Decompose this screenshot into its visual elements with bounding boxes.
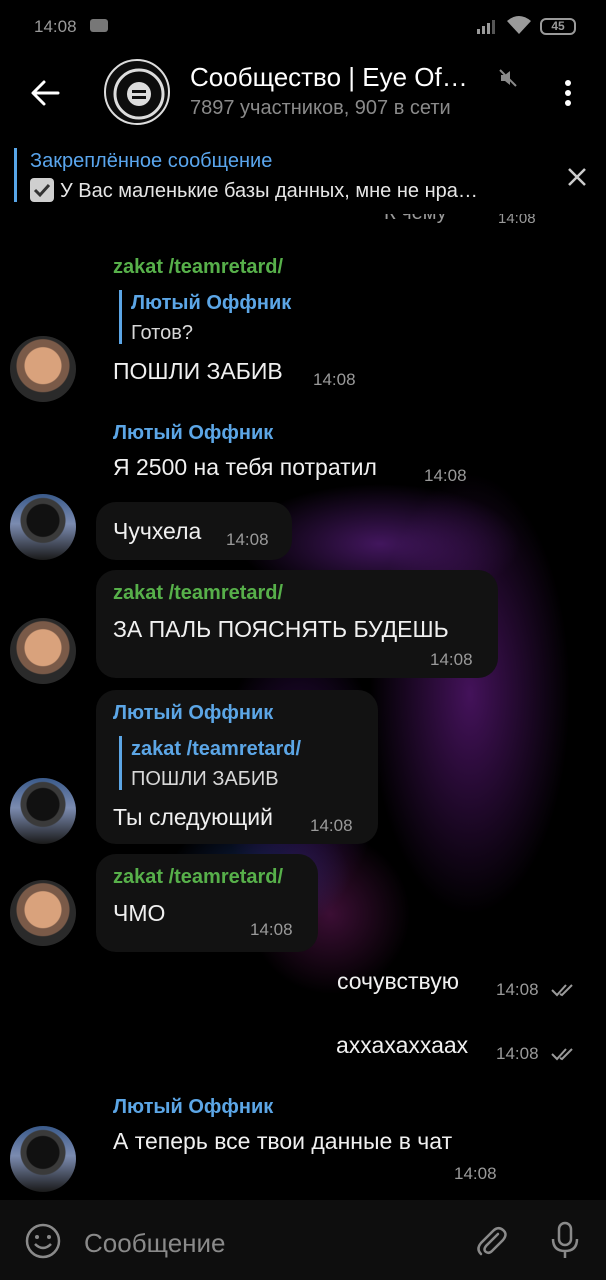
avatar[interactable]	[10, 336, 76, 402]
message-bubble[interactable]: Лютый Оффник Я 2500 на тебя потратил 14:…	[96, 410, 486, 496]
reply-sender[interactable]: Лютый Оффник	[131, 292, 291, 315]
message-bubble[interactable]: Лютый Оффник А теперь все твои данные в …	[96, 1084, 526, 1188]
attach-icon[interactable]	[472, 1222, 510, 1260]
message-text: аххахаххаах	[336, 1032, 469, 1058]
chat-area[interactable]: К чему 14:08 zakat /teamretard/ Лютый Оф…	[0, 214, 606, 1200]
status-time: 14:08	[34, 17, 77, 36]
message-input[interactable]: Сообщение	[84, 1228, 226, 1259]
sender-name[interactable]: zakat /teamretard/	[113, 582, 283, 605]
sender-name[interactable]: zakat /teamretard/	[113, 866, 283, 889]
mute-icon	[499, 69, 517, 87]
checkbox-icon	[30, 178, 54, 202]
microphone-icon[interactable]	[548, 1220, 582, 1260]
read-checks-icon	[551, 1048, 573, 1061]
message-time: 14:08	[454, 1164, 497, 1183]
emoji-icon[interactable]	[24, 1222, 62, 1260]
status-bar: 14:08 45	[0, 0, 606, 56]
video-icon	[90, 19, 108, 32]
signal-icon	[477, 20, 495, 34]
message-text: ЧМО	[113, 900, 166, 926]
message-text: ЗА ПАЛЬ ПОЯСНЯТЬ БУДЕШЬ	[113, 616, 449, 642]
message-time: 14:08	[313, 370, 356, 389]
pinned-title: Закреплённое сообщение	[30, 150, 273, 172]
sender-name[interactable]: Лютый Оффник	[113, 422, 273, 445]
message-time: 14:08	[226, 530, 269, 549]
message-bubble[interactable]: zakat /teamretard/ ЗА ПАЛЬ ПОЯСНЯТЬ БУДЕ…	[96, 570, 498, 678]
avatar[interactable]	[10, 494, 76, 560]
outgoing-message-bubble[interactable]: аххахаххаах 14:08	[320, 1026, 590, 1072]
reply-text: Готов?	[131, 322, 193, 344]
clipped-message-text: К чему	[384, 214, 447, 225]
pinned-message[interactable]: Закреплённое сообщение У Вас маленькие б…	[0, 136, 606, 214]
message-time: 14:08	[424, 466, 467, 485]
message-bubble[interactable]: zakat /teamretard/ ЧМО 14:08	[96, 854, 318, 952]
chat-title[interactable]: Сообщество | Eye Of…	[190, 62, 468, 93]
more-vert-icon[interactable]	[558, 76, 578, 110]
chat-header: Сообщество | Eye Of… 7897 участников, 90…	[0, 56, 606, 136]
message-bubble[interactable]: Чучхела 14:08	[96, 502, 292, 560]
message-input-bar: Сообщение	[0, 1200, 606, 1280]
clipped-message-time: 14:08	[498, 214, 536, 227]
reply-bar	[119, 736, 122, 790]
message-bubble[interactable]: Лютый Оффник zakat /teamretard/ ПОШЛИ ЗА…	[96, 690, 378, 844]
avatar[interactable]	[10, 880, 76, 946]
avatar[interactable]	[10, 618, 76, 684]
outgoing-message-bubble[interactable]: сочувствую 14:08	[320, 962, 590, 1008]
avatar[interactable]	[10, 778, 76, 844]
battery-icon: 45	[540, 18, 576, 35]
reply-bar	[119, 290, 122, 344]
sender-name[interactable]: Лютый Оффник	[113, 1096, 273, 1119]
message-time: 14:08	[310, 816, 353, 835]
message-bubble[interactable]: zakat /teamretard/ Лютый Оффник Готов? П…	[96, 244, 386, 394]
eye-logo-icon	[113, 68, 165, 120]
group-avatar[interactable]	[104, 59, 170, 125]
pinned-text-row: У Вас маленькие базы данных, мне не нра…	[30, 178, 478, 203]
message-text: ПОШЛИ ЗАБИВ	[113, 358, 283, 384]
read-checks-icon	[551, 984, 573, 997]
pinned-text: У Вас маленькие базы данных, мне не нра…	[60, 180, 478, 202]
wifi-icon	[507, 16, 531, 34]
message-time: 14:08	[250, 920, 293, 939]
message-time: 14:08	[496, 980, 539, 999]
message-time: 14:08	[496, 1044, 539, 1063]
reply-sender[interactable]: zakat /teamretard/	[131, 738, 301, 761]
avatar[interactable]	[10, 1126, 76, 1192]
message-text: Я 2500 на тебя потратил	[113, 454, 377, 480]
message-text: сочувствую	[337, 968, 459, 994]
sender-name[interactable]: Лютый Оффник	[113, 702, 273, 725]
close-icon[interactable]	[566, 166, 588, 188]
back-arrow-icon[interactable]	[28, 76, 62, 110]
message-text: Чучхела	[113, 518, 202, 544]
pinned-bar	[14, 148, 17, 202]
message-text: А теперь все твои данные в чат	[113, 1128, 453, 1154]
reply-text: ПОШЛИ ЗАБИВ	[131, 768, 279, 790]
message-text: Ты следующий	[113, 804, 273, 830]
chat-subtitle: 7897 участников, 907 в сети	[190, 97, 451, 119]
sender-name[interactable]: zakat /teamretard/	[113, 256, 283, 279]
message-time: 14:08	[430, 650, 473, 669]
